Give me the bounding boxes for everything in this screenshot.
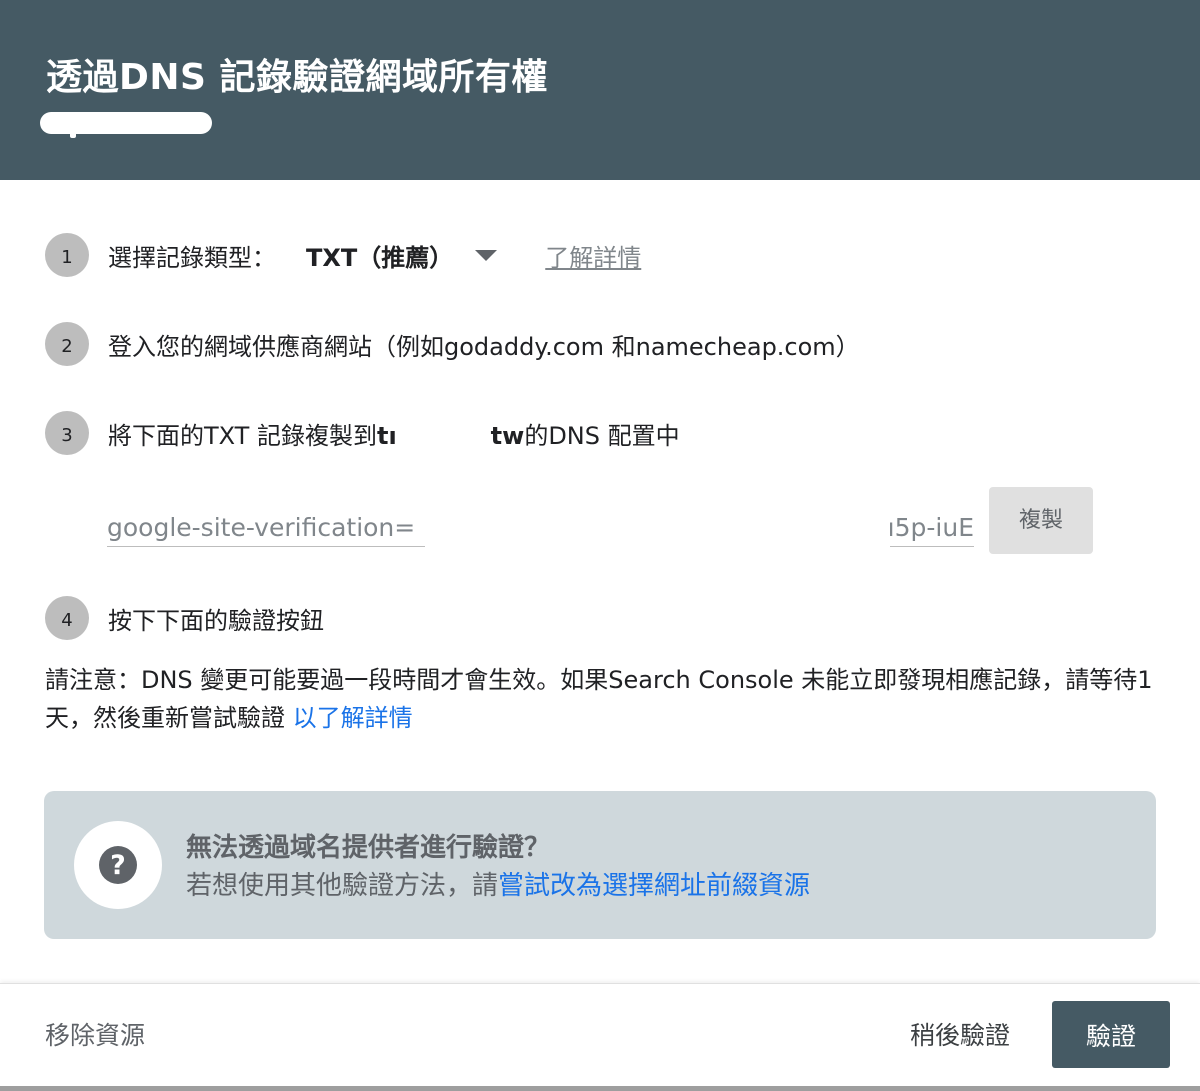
dialog-footer: 移除資源 稍後驗證 驗證 — [0, 983, 1200, 1091]
note-learn-more-link[interactable]: 以了解詳情 — [293, 704, 413, 732]
step-3-label: 將下面的TXT 記錄複製到tı tw的DNS 配置中 — [108, 416, 680, 451]
step-3-label-suffix: 的DNS 配置中 — [524, 421, 680, 450]
url-prefix-property-link[interactable]: 嘗試改為選擇網址前綴資源 — [498, 871, 810, 901]
step-1-label: 選擇記錄類型： — [108, 243, 276, 272]
step-2-label: 登入您的網域供應商網站（例如godaddy.com 和namecheap.com… — [108, 332, 860, 361]
dns-propagation-note: 請注意：DNS 變更可能要過一段時間才會生效。如果Search Console … — [45, 661, 1155, 737]
help-body-text: 若想使用其他驗證方法，請 — [186, 871, 499, 901]
step-number-3: 3 — [45, 411, 89, 455]
help-body: 若想使用其他驗證方法，請嘗試改為選擇網址前綴資源 — [186, 865, 810, 902]
help-icon-circle: ? — [74, 821, 162, 909]
step-1: 1 選擇記錄類型： TXT（推薦） 了解詳情 — [45, 233, 641, 277]
redacted-domain — [40, 112, 212, 138]
step-4: 4 按下下面的驗證按鈕 — [45, 596, 324, 640]
txt-record-field-end[interactable]: ı5p-iuE — [890, 513, 974, 547]
bottom-edge — [0, 1086, 1200, 1091]
domain-end: tw — [490, 421, 525, 450]
verify-button[interactable]: 驗證 — [1052, 1001, 1170, 1068]
txt-record-field[interactable]: google-site-verification= — [107, 513, 425, 547]
step-number-1: 1 — [45, 233, 89, 277]
chevron-down-icon[interactable] — [475, 249, 498, 261]
step-number-4: 4 — [45, 596, 89, 640]
domain-start: tı — [376, 421, 397, 450]
question-mark-icon: ? — [99, 846, 137, 884]
step-3: 3 將下面的TXT 記錄複製到tı tw的DNS 配置中 — [45, 411, 680, 455]
verify-dns-dialog: 透過DNS 記錄驗證網域所有權 1 選擇記錄類型： TXT（推薦） 了解詳情 2… — [0, 0, 1200, 1091]
dialog-title: 透過DNS 記錄驗證網域所有權 — [46, 57, 548, 98]
record-type-select[interactable]: TXT（推薦） — [306, 238, 453, 273]
step-3-label-prefix: 將下面的TXT 記錄複製到 — [108, 421, 377, 450]
step-2: 2 登入您的網域供應商網站（例如godaddy.com 和namecheap.c… — [45, 322, 860, 366]
learn-more-link[interactable]: 了解詳情 — [545, 238, 641, 273]
step-number-2: 2 — [45, 322, 89, 366]
copy-button[interactable]: 複製 — [989, 487, 1093, 554]
remove-property-button[interactable]: 移除資源 — [45, 1016, 145, 1052]
help-title: 無法透過域名提供者進行驗證？ — [186, 833, 551, 863]
help-box: ? 無法透過域名提供者進行驗證？ 若想使用其他驗證方法，請嘗試改為選擇網址前綴資… — [44, 791, 1156, 939]
step-4-label: 按下下面的驗證按鈕 — [108, 606, 324, 635]
dialog-header: 透過DNS 記錄驗證網域所有權 — [0, 0, 1200, 180]
verify-later-button[interactable]: 稍後驗證 — [910, 1016, 1010, 1052]
note-text: 請注意：DNS 變更可能要過一段時間才會生效。如果Search Console … — [45, 666, 1153, 732]
